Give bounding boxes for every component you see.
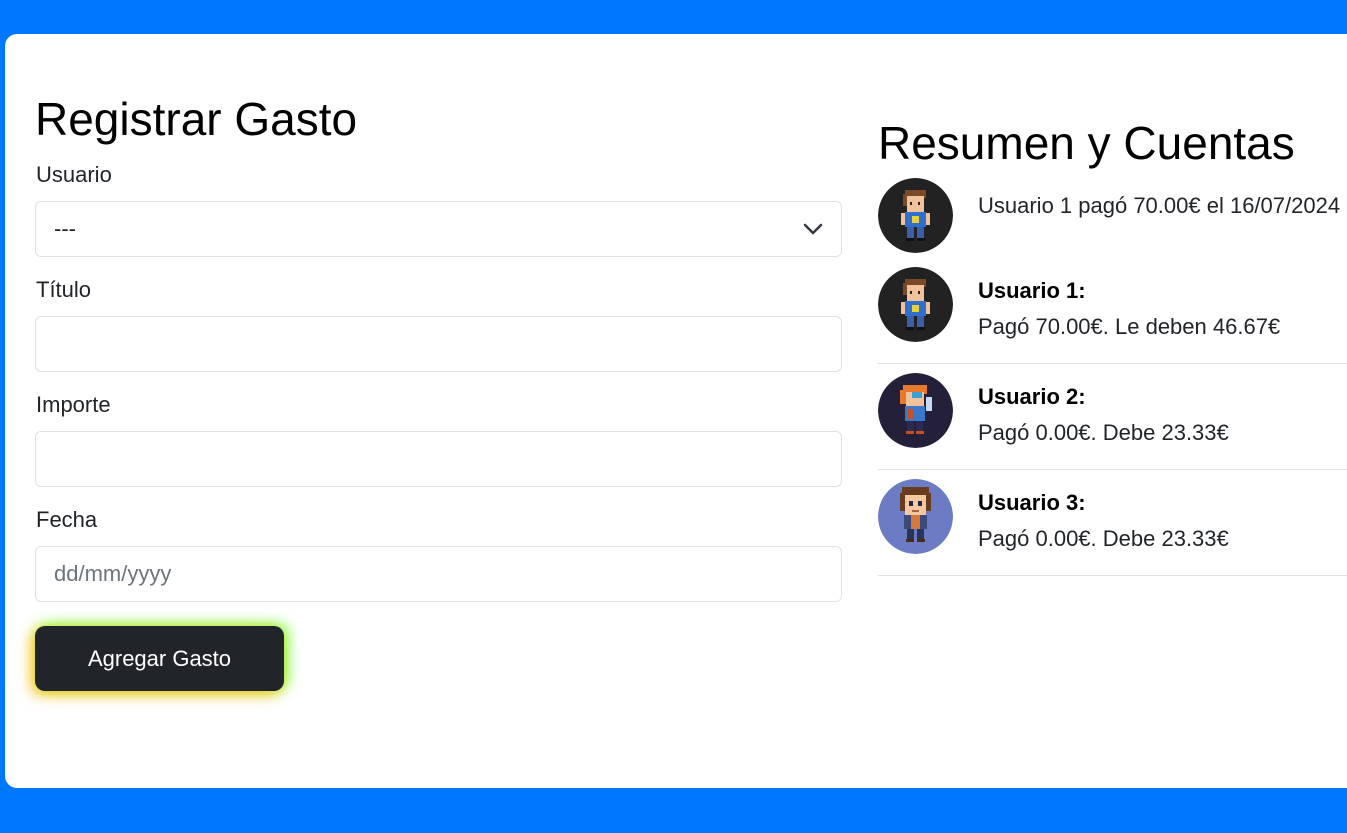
main-card: Registrar Gasto Usuario --- Título Impor… [5,34,1347,788]
date-placeholder: dd/mm/yyyy [54,561,172,586]
user-balance-row: Usuario 3: Pagó 0.00€. Debe 23.33€ [878,470,1347,576]
title-input[interactable] [35,316,842,372]
user-balance-row: Usuario 1: Pagó 70.00€. Le deben 46.67€ [878,258,1347,364]
avatar [878,479,953,554]
user-balance: Pagó 70.00€. Le deben 46.67€ [978,314,1281,339]
user-name: Usuario 2: [978,384,1086,409]
amount-input[interactable] [35,431,842,487]
avatar [878,267,953,342]
user-balance: Pagó 0.00€. Debe 23.33€ [978,420,1229,445]
form-title: Registrar Gasto [35,93,358,145]
amount-label: Importe [36,392,111,417]
avatar-3-icon [878,479,953,554]
avatar [878,373,953,448]
date-label: Fecha [36,507,98,532]
user-select-value: --- [54,216,76,241]
expense-form: Registrar Gasto Usuario --- Título Impor… [35,96,842,691]
avatar-1-icon [878,178,953,253]
avatar [878,178,953,253]
summary-title: Resumen y Cuentas [878,117,1295,169]
chevron-down-icon [803,222,823,236]
user-name: Usuario 1: [978,278,1086,303]
payment-text: Usuario 1 pagó 70.00€ el 16/07/2024 [978,193,1341,218]
payment-item: Usuario 1 pagó 70.00€ el 16/07/2024 [878,178,1347,258]
add-expense-button[interactable]: Agregar Gasto [35,626,284,691]
user-select[interactable]: --- [35,201,842,257]
user-name: Usuario 3: [978,490,1086,515]
summary-panel: Resumen y Cuentas Usuario 1 pagó 70.00€ … [878,120,1347,576]
user-balance: Pagó 0.00€. Debe 23.33€ [978,526,1229,551]
user-label: Usuario [36,162,112,187]
title-label: Título [36,277,92,302]
user-balance-row: Usuario 2: Pagó 0.00€. Debe 23.33€ [878,364,1347,470]
date-input[interactable]: dd/mm/yyyy [35,546,842,602]
avatar-1-icon [878,267,953,342]
avatar-2-icon [878,373,953,448]
